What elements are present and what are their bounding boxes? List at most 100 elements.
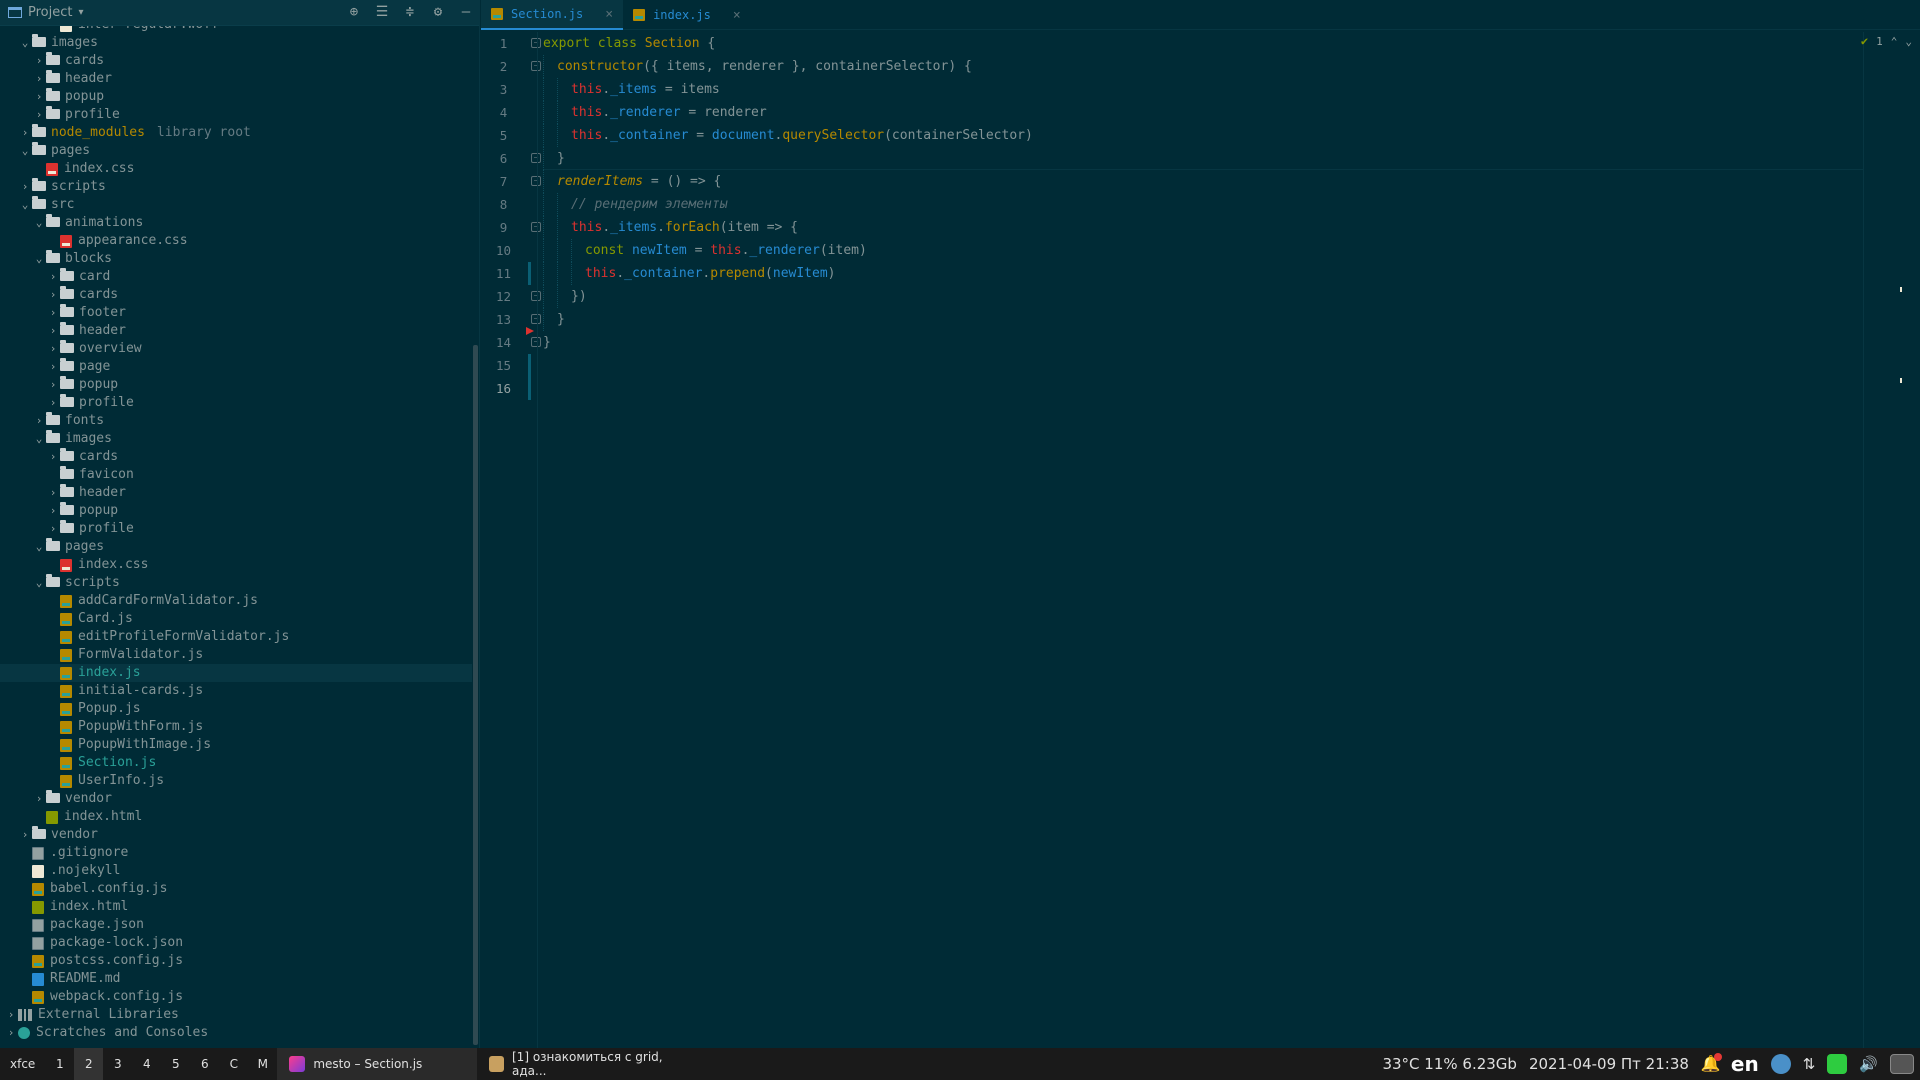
tree-row[interactable]: › cards	[0, 448, 472, 466]
chevron-right-icon[interactable]: ›	[46, 484, 60, 502]
tree-row[interactable]: babel.config.js	[0, 880, 472, 898]
tree-row[interactable]: › popup	[0, 88, 472, 106]
tree-row[interactable]: › profile	[0, 106, 472, 124]
code-line[interactable]: export class Section {	[543, 32, 1863, 55]
taskbar-task[interactable]: [1] ознакомиться с grid, ада...	[477, 1048, 697, 1080]
workspace-button[interactable]: 2	[74, 1048, 104, 1080]
close-icon[interactable]: ×	[605, 7, 613, 22]
tree-row[interactable]: ⌄ images	[0, 430, 472, 448]
tree-row[interactable]: › scripts	[0, 178, 472, 196]
code-line[interactable]: }	[543, 147, 1863, 170]
tree-row[interactable]: › profile	[0, 520, 472, 538]
collapse-all-icon[interactable]: ≑	[402, 4, 418, 20]
update-check-icon[interactable]	[1827, 1054, 1848, 1074]
code-line[interactable]: this._items.forEach(item => {	[543, 216, 1863, 239]
breakpoint-icon[interactable]	[526, 327, 534, 335]
tree-row[interactable]: package-lock.json	[0, 934, 472, 952]
chevron-down-icon[interactable]: ⌄	[32, 430, 46, 448]
tree-row[interactable]: › profile	[0, 394, 472, 412]
tree-row[interactable]: index.html	[0, 898, 472, 916]
chevron-right-icon[interactable]: ›	[46, 286, 60, 304]
tree-row[interactable]: Popup.js	[0, 700, 472, 718]
code-line[interactable]: this._container.prepend(newItem)	[543, 262, 1863, 285]
chevron-down-icon[interactable]: ⌄	[32, 538, 46, 556]
fold-icon[interactable]: −	[531, 153, 541, 163]
tree-row[interactable]: index.html	[0, 808, 472, 826]
chevron-right-icon[interactable]: ›	[32, 106, 46, 124]
chevron-down-icon[interactable]: ⌄	[1905, 35, 1912, 48]
code-line[interactable]: }	[543, 331, 1863, 354]
workspace-button[interactable]: 6	[190, 1048, 219, 1080]
code-line[interactable]	[543, 377, 1863, 400]
tree-row[interactable]: Section.js	[0, 754, 472, 772]
chevron-right-icon[interactable]: ›	[4, 1024, 18, 1042]
tree-row[interactable]: › popup	[0, 502, 472, 520]
chevron-right-icon[interactable]: ›	[46, 376, 60, 394]
tree-row[interactable]: ⌄ scripts	[0, 574, 472, 592]
tree-row[interactable]: › popup	[0, 376, 472, 394]
editor-tab[interactable]: Section.js ×	[481, 0, 624, 30]
tree-row[interactable]: › header	[0, 70, 472, 88]
workspace-button[interactable]: M	[248, 1048, 277, 1080]
fold-icon[interactable]: −	[531, 337, 541, 347]
tree-row[interactable]: Card.js	[0, 610, 472, 628]
code-line[interactable]: const newItem = this._renderer(item)	[543, 239, 1863, 262]
chevron-right-icon[interactable]: ›	[46, 304, 60, 322]
tree-row[interactable]: README.md	[0, 970, 472, 988]
tree-row[interactable]: › cards	[0, 286, 472, 304]
tree-row[interactable]: › header	[0, 322, 472, 340]
network-icon[interactable]	[1770, 1054, 1791, 1074]
tree-row[interactable]: index.js	[0, 664, 472, 682]
code-line[interactable]: this._renderer = renderer	[543, 101, 1863, 124]
fold-icon[interactable]: −	[531, 291, 541, 301]
tree-row[interactable]: .nojekyll	[0, 862, 472, 880]
tree-row[interactable]: › vendor	[0, 826, 472, 844]
tree-row[interactable]: ⌄ src	[0, 196, 472, 214]
project-tree-scrollbar[interactable]	[473, 345, 478, 1045]
keyboard-layout[interactable]: en	[1731, 1052, 1759, 1076]
tree-row[interactable]: › header	[0, 484, 472, 502]
chevron-right-icon[interactable]: ›	[46, 340, 60, 358]
chevron-right-icon[interactable]: ›	[46, 502, 60, 520]
tree-row[interactable]: › Scratches and Consoles	[0, 1024, 472, 1042]
chevron-right-icon[interactable]: ›	[46, 322, 60, 340]
code-line[interactable]: })	[543, 285, 1863, 308]
fold-icon[interactable]: −	[531, 314, 541, 324]
chevron-right-icon[interactable]: ›	[32, 52, 46, 70]
tree-row[interactable]: inter-regular.woff	[0, 26, 472, 34]
fold-icon[interactable]: −	[531, 176, 541, 186]
tree-row[interactable]: › node_modules library root	[0, 124, 472, 142]
show-desktop-icon[interactable]	[1890, 1054, 1914, 1074]
tree-row[interactable]: ⌄ pages	[0, 538, 472, 556]
tree-row[interactable]: › page	[0, 358, 472, 376]
editor-tab[interactable]: index.js ×	[623, 0, 751, 30]
tree-row[interactable]: ⌄ animations	[0, 214, 472, 232]
workspace-button[interactable]: 1	[45, 1048, 74, 1080]
line-number-gutter[interactable]: 1 − 2 − 3 4 5 6 − 7 − 8 9 − 10 11 12 − 13 − 14 − 15 16	[481, 32, 541, 1048]
chevron-down-icon[interactable]: ⌄	[32, 214, 46, 232]
tree-row[interactable]: favicon	[0, 466, 472, 484]
notification-icon[interactable]: 🔔	[1701, 1053, 1722, 1073]
tree-row[interactable]: editProfileFormValidator.js	[0, 628, 472, 646]
chevron-right-icon[interactable]: ›	[18, 178, 32, 196]
tree-row[interactable]: .gitignore	[0, 844, 472, 862]
workspace-button[interactable]: 4	[132, 1048, 161, 1080]
chevron-right-icon[interactable]: ›	[4, 1006, 18, 1024]
chevron-up-icon[interactable]: ⌃	[1891, 35, 1898, 48]
tree-row[interactable]: FormValidator.js	[0, 646, 472, 664]
taskbar-task[interactable]: mesto – Section.js	[277, 1048, 478, 1080]
tree-row[interactable]: index.css	[0, 556, 472, 574]
chevron-down-icon[interactable]: ⌄	[32, 250, 46, 268]
project-tree[interactable]: inter-regular.woff ⌄ images › cards › header › p…	[0, 26, 472, 1048]
chevron-down-icon[interactable]: ⌄	[18, 34, 32, 52]
tree-row[interactable]: › fonts	[0, 412, 472, 430]
chevron-right-icon[interactable]: ›	[46, 448, 60, 466]
chevron-right-icon[interactable]: ›	[18, 826, 32, 844]
fold-icon[interactable]: −	[531, 61, 541, 71]
code-line[interactable]: }	[543, 308, 1863, 331]
clock[interactable]: 2021-04-09 Пт 21:38	[1529, 1055, 1689, 1073]
code-line[interactable]: this._container = document.querySelector…	[543, 124, 1863, 147]
code-line[interactable]	[543, 354, 1863, 377]
close-icon[interactable]: ×	[733, 8, 741, 23]
tree-row[interactable]: › vendor	[0, 790, 472, 808]
